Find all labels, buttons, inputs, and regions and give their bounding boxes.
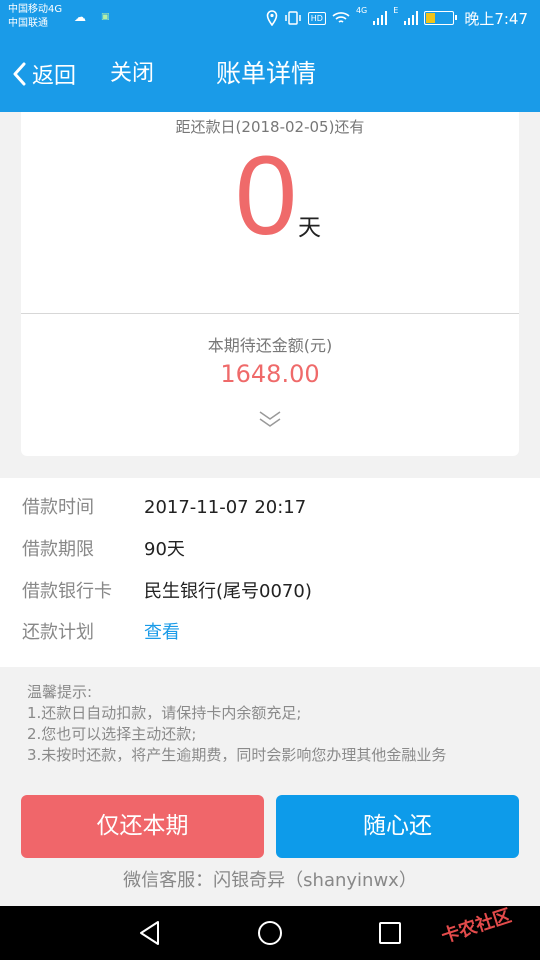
pay-flexible-button[interactable]: 随心还 <box>276 795 519 858</box>
amount-label: 本期待还金额(元) <box>207 336 333 355</box>
pay-current-period-button[interactable]: 仅还本期 <box>21 795 264 858</box>
nav-recent-apps-icon[interactable] <box>378 921 402 945</box>
detail-value: 民生银行(尾号0070) <box>144 581 312 602</box>
network-type-1: 4G <box>355 6 368 15</box>
detail-label: 借款期限 <box>22 539 94 560</box>
status-bar: 中国移动4G 中国联通 ☁ ▣ HD 4G E 晚上7:47 <box>0 0 540 36</box>
wechat-notification-icon: ▣ <box>101 12 110 22</box>
bill-summary-card: 距还款日(2018-02-05)还有 0 天 本期待还金额(元) 1648.00 <box>21 112 519 456</box>
location-icon <box>266 10 278 26</box>
wifi-icon <box>332 12 350 23</box>
detail-label: 借款时间 <box>22 497 94 518</box>
nav-back-icon[interactable] <box>138 920 162 946</box>
chevron-left-icon <box>13 62 26 86</box>
tip-line: 2.您也可以选择主动还款; <box>27 725 197 743</box>
customer-service-text: 微信客服：闪银奇异（shanyinwx） <box>123 870 417 891</box>
days-unit: 天 <box>298 215 321 241</box>
carrier-1: 中国移动4G <box>8 4 63 15</box>
system-nav-bar: 卡农社区 <box>0 905 540 960</box>
back-label: 返回 <box>32 64 77 89</box>
close-button[interactable]: 关闭 <box>110 58 154 90</box>
network-type-2: E <box>393 6 399 15</box>
divider <box>21 313 519 314</box>
detail-row-repayment-plan: 还款计划 查看 <box>0 618 540 648</box>
amount-value: 1648.00 <box>220 360 320 388</box>
tip-line: 3.未按时还款，将产生逾期费，同时会影响您办理其他金融业务 <box>27 746 447 764</box>
tips-section: 温馨提示: 1.还款日自动扣款，请保持卡内余额充足; 2.您也可以选择主动还款;… <box>27 682 527 766</box>
signal-icon-1 <box>373 11 388 25</box>
cloud-icon: ☁ <box>74 10 86 24</box>
chevron-down-icon[interactable] <box>258 410 282 428</box>
battery-level <box>426 13 435 23</box>
nav-home-icon[interactable] <box>257 920 283 946</box>
tips-title: 温馨提示: <box>27 683 93 701</box>
battery-icon <box>424 11 458 25</box>
detail-value: 2017-11-07 20:17 <box>144 497 307 518</box>
days-remaining: 0 <box>234 133 298 258</box>
detail-row-loan-time: 借款时间 2017-11-07 20:17 <box>0 493 540 523</box>
hd-badge: HD <box>307 11 326 25</box>
detail-value: 90天 <box>144 539 185 560</box>
back-button[interactable]: 返回 <box>12 58 76 90</box>
loan-details: 借款时间 2017-11-07 20:17 借款期限 90天 借款银行卡 民生银… <box>0 478 540 667</box>
detail-row-loan-term: 借款期限 90天 <box>0 535 540 565</box>
carrier-2: 中国联通 <box>8 18 48 29</box>
clock: 晚上7:47 <box>464 9 528 28</box>
detail-label: 还款计划 <box>22 622 94 643</box>
nav-bar: 返回 关闭 账单详情 <box>0 36 540 112</box>
detail-label: 借款银行卡 <box>22 581 112 602</box>
vibrate-icon <box>285 11 301 25</box>
tip-line: 1.还款日自动扣款，请保持卡内余额充足; <box>27 704 302 722</box>
carrier-info: 中国移动4G 中国联通 <box>8 3 62 31</box>
watermark-logo: 卡农社区 <box>438 905 514 948</box>
detail-row-bank-card: 借款银行卡 民生银行(尾号0070) <box>0 577 540 607</box>
status-icons: HD 4G E 晚上7:47 <box>266 6 528 30</box>
signal-icon-2 <box>404 11 419 25</box>
page-title: 账单详情 <box>216 59 317 88</box>
view-plan-link[interactable]: 查看 <box>144 618 180 648</box>
